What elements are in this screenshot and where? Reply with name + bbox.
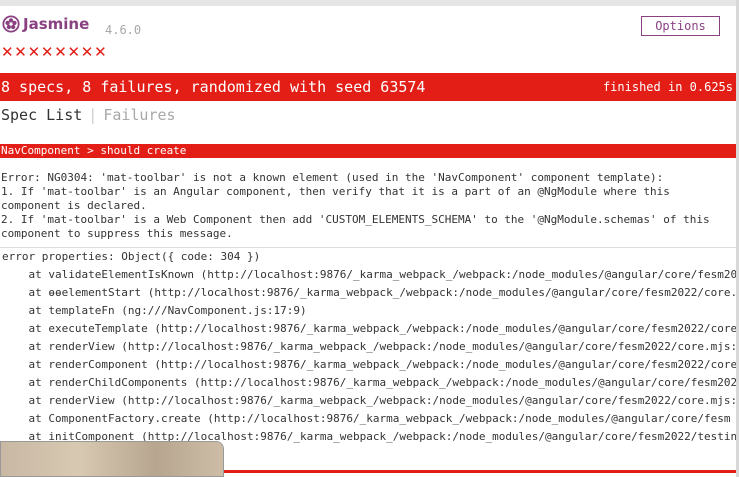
next-failure-divider bbox=[224, 470, 736, 473]
stack-line: at renderView (http://localhost:9876/_ka… bbox=[2, 340, 736, 353]
failed-spec-symbol[interactable]: ✕ bbox=[54, 43, 67, 61]
failed-spec-symbol[interactable]: ✕ bbox=[67, 43, 80, 61]
spec-result-symbols: ✕ ✕ ✕ ✕ ✕ ✕ ✕ ✕ bbox=[1, 43, 107, 61]
stack-line: at ɵɵelementStart (http://localhost:9876… bbox=[2, 286, 736, 299]
stack-line: at validateElementIsKnown (http://localh… bbox=[2, 268, 736, 281]
failures-tab[interactable]: Failures bbox=[103, 106, 175, 124]
failed-spec-symbol[interactable]: ✕ bbox=[1, 43, 14, 61]
failed-spec-symbol[interactable]: ✕ bbox=[14, 43, 27, 61]
jasmine-logo: Jasmine bbox=[2, 15, 89, 33]
failed-spec-name[interactable]: NavComponent > should create bbox=[1, 144, 186, 158]
stack-trace: error properties: Object({ code: 304 }) … bbox=[0, 247, 736, 453]
duration-label: finished in 0.625s bbox=[602, 80, 733, 94]
failed-spec-symbol[interactable]: ✕ bbox=[81, 43, 94, 61]
failed-spec-symbol[interactable]: ✕ bbox=[41, 43, 54, 61]
spec-list-tab[interactable]: Spec List bbox=[1, 106, 82, 124]
stack-line: at templateFn (ng:///NavComponent.js:17:… bbox=[2, 304, 307, 317]
stack-line: at ComponentFactory.create (http://local… bbox=[2, 412, 731, 425]
stack-line: at renderView (http://localhost:9876/_ka… bbox=[2, 394, 736, 407]
stack-line: at executeTemplate (http://localhost:987… bbox=[2, 322, 736, 335]
options-button[interactable]: Options bbox=[641, 16, 720, 36]
jasmine-reporter: Jasmine 4.6.0 Options ✕ ✕ ✕ ✕ ✕ ✕ ✕ ✕ 8 … bbox=[0, 6, 736, 477]
summary-bar: 8 specs, 8 failures, randomized with see… bbox=[0, 73, 736, 101]
stack-line: error properties: Object({ code: 304 }) bbox=[2, 250, 261, 263]
logo-text: Jasmine bbox=[23, 15, 90, 33]
summary-text: 8 specs, 8 failures, randomized with see… bbox=[1, 78, 426, 96]
failed-spec-header: NavComponent > should create bbox=[0, 144, 736, 158]
failed-spec-symbol[interactable]: ✕ bbox=[94, 43, 107, 61]
jasmine-flower-icon bbox=[2, 15, 20, 33]
stack-line: at renderChildComponents (http://localho… bbox=[2, 376, 736, 389]
stack-line: at renderComponent (http://localhost:987… bbox=[2, 358, 736, 371]
version-label: 4.6.0 bbox=[105, 23, 142, 37]
results-menu: Spec List | Failures bbox=[1, 106, 176, 124]
failed-spec-symbol[interactable]: ✕ bbox=[28, 43, 41, 61]
menu-separator: | bbox=[88, 106, 98, 124]
error-message: Error: NG0304: 'mat-toolbar' is not a kn… bbox=[1, 171, 710, 240]
overlay-thumbnail[interactable] bbox=[0, 441, 224, 477]
